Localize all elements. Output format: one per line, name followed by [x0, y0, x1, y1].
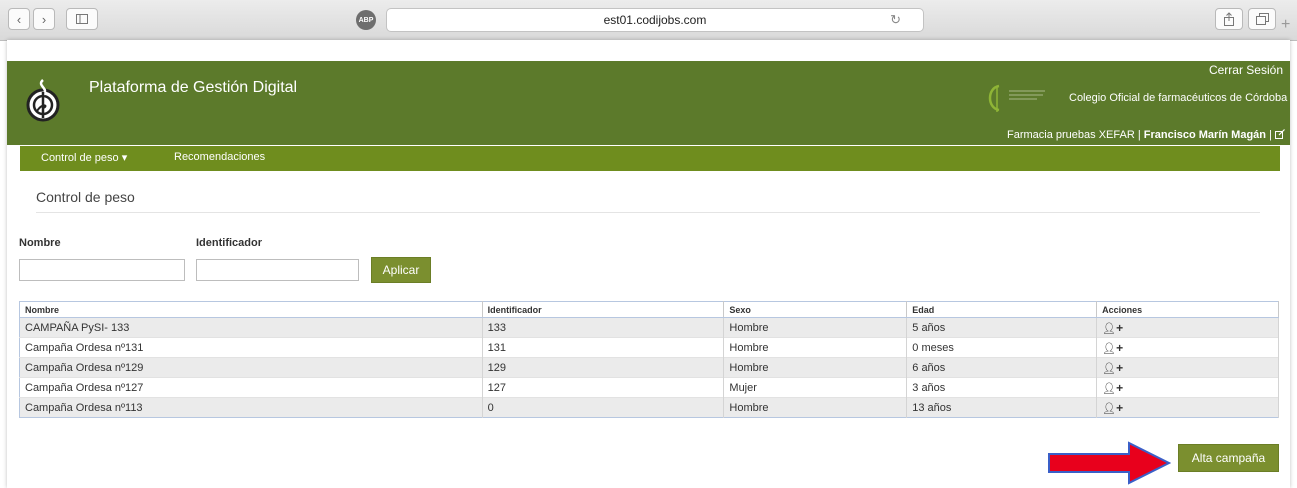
red-arrow-icon [1048, 441, 1171, 485]
apply-button[interactable]: Aplicar [371, 257, 431, 283]
back-button[interactable]: ‹ [8, 8, 30, 30]
user-name[interactable]: Francisco Marín Magán [1144, 129, 1266, 141]
page-title: Control de peso [36, 189, 135, 205]
cell-identificador: 127 [482, 377, 725, 398]
cell-edad: 5 años [906, 317, 1098, 338]
user-icon[interactable]: 👤︎ [1102, 343, 1116, 355]
table-row[interactable]: CAMPAÑA PySI- 133 133 Hombre 5 años 👤︎+ [19, 317, 1279, 338]
cell-edad: 6 años [906, 357, 1098, 378]
cell-acciones: 👤︎+ [1096, 337, 1279, 358]
separator: | [1269, 129, 1272, 141]
table-row[interactable]: Campaña Ordesa nº127 127 Mujer 3 años 👤︎… [19, 377, 1279, 398]
cell-nombre: Campaña Ordesa nº131 [19, 337, 483, 358]
nombre-label: Nombre [19, 237, 61, 249]
cell-identificador: 131 [482, 337, 725, 358]
cell-nombre: Campaña Ordesa nº129 [19, 357, 483, 378]
cell-nombre: CAMPAÑA PySI- 133 [19, 317, 483, 338]
column-header-sexo[interactable]: Sexo [723, 301, 908, 318]
column-header-nombre[interactable]: Nombre [19, 301, 483, 318]
share-icon [1224, 12, 1234, 26]
tabs-icon [1255, 13, 1269, 25]
cell-acciones: 👤︎+ [1096, 377, 1279, 398]
table-header-row: Nombre Identificador Sexo Edad Acciones [19, 301, 1279, 318]
plus-icon[interactable]: + [1116, 361, 1123, 375]
cell-sexo: Mujer [723, 377, 908, 398]
identificador-input[interactable] [196, 259, 359, 281]
cell-edad: 0 meses [906, 337, 1098, 358]
column-header-edad[interactable]: Edad [906, 301, 1098, 318]
nombre-input[interactable] [19, 259, 185, 281]
table-row[interactable]: Campaña Ordesa nº129 129 Hombre 6 años 👤… [19, 357, 1279, 378]
cell-acciones: 👤︎+ [1096, 397, 1279, 418]
column-header-identificador[interactable]: Identificador [482, 301, 725, 318]
cell-nombre: Campaña Ordesa nº127 [19, 377, 483, 398]
column-header-acciones: Acciones [1096, 301, 1279, 318]
user-info: Farmacia pruebas XEFAR | Francisco Marín… [1007, 129, 1285, 141]
cell-sexo: Hombre [723, 397, 908, 418]
cell-sexo: Hombre [723, 317, 908, 338]
sidebar-icon [76, 14, 88, 24]
app-title: Plataforma de Gestión Digital [89, 79, 298, 96]
plus-icon[interactable]: + [1116, 401, 1123, 415]
colegio-name: Colegio Oficial de farmacéuticos de Córd… [1069, 92, 1288, 104]
browser-toolbar: ‹ › ABP est01.codijobs.com ↻ + [0, 0, 1297, 41]
nav-recomendaciones[interactable]: Recomendaciones [174, 151, 265, 163]
cell-sexo: Hombre [723, 357, 908, 378]
table-row[interactable]: Campaña Ordesa nº113 0 Hombre 13 años 👤︎… [19, 397, 1279, 418]
main-navbar: Control de peso ▾ Recomendaciones [20, 146, 1280, 171]
pharmacy-name: Farmacia pruebas XEFAR [1006, 129, 1135, 141]
title-divider [36, 212, 1260, 213]
cell-acciones: 👤︎+ [1096, 317, 1279, 338]
cell-edad: 3 años [906, 377, 1098, 398]
pharmacy-logo-icon [26, 79, 60, 122]
reload-icon[interactable]: ↻ [890, 12, 901, 28]
cell-identificador: 133 [482, 317, 725, 338]
new-tab-icon[interactable]: + [1281, 16, 1290, 34]
logout-link[interactable]: Cerrar Sesión [1209, 63, 1283, 77]
cell-nombre: Campaña Ordesa nº113 [19, 397, 483, 418]
cell-edad: 13 años [906, 397, 1098, 418]
user-icon[interactable]: 👤︎ [1102, 323, 1116, 335]
url-text: est01.codijobs.com [603, 13, 707, 27]
cell-sexo: Hombre [723, 337, 908, 358]
plus-icon[interactable]: + [1116, 341, 1123, 355]
edit-icon[interactable] [1275, 129, 1285, 139]
cell-identificador: 129 [482, 357, 725, 378]
user-icon[interactable]: 👤︎ [1102, 363, 1116, 375]
colegio-logo-icon [988, 84, 1045, 112]
user-icon[interactable]: 👤︎ [1102, 383, 1116, 395]
plus-icon[interactable]: + [1116, 381, 1123, 395]
adblock-icon[interactable]: ABP [356, 10, 376, 30]
plus-icon[interactable]: + [1116, 321, 1123, 335]
separator: | [1137, 129, 1141, 141]
address-bar[interactable]: est01.codijobs.com ↻ [386, 8, 924, 32]
cell-identificador: 0 [482, 397, 725, 418]
user-icon[interactable]: 👤︎ [1102, 403, 1116, 415]
sidebar-toggle-button[interactable] [66, 8, 98, 30]
alta-campana-button[interactable]: Alta campaña [1178, 444, 1279, 472]
cell-acciones: 👤︎+ [1096, 357, 1279, 378]
tabs-button[interactable] [1248, 8, 1276, 30]
forward-button[interactable]: › [33, 8, 55, 30]
campaign-table: Nombre Identificador Sexo Edad Acciones … [19, 301, 1279, 418]
share-button[interactable] [1215, 8, 1243, 30]
nav-control-de-peso[interactable]: Control de peso ▾ [41, 151, 127, 164]
identificador-label: Identificador [196, 237, 263, 249]
table-row[interactable]: Campaña Ordesa nº131 131 Hombre 0 meses … [19, 337, 1279, 358]
